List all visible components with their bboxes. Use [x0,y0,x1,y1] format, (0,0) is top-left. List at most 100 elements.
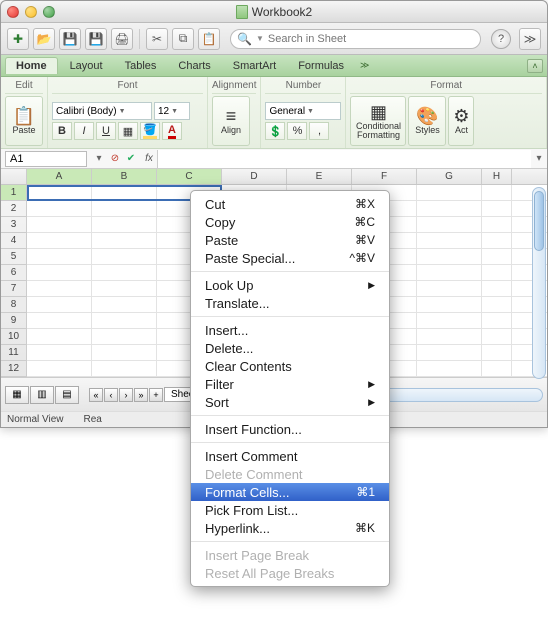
tabs-overflow[interactable]: ≫ [356,60,373,71]
col-header[interactable]: E [287,169,352,184]
tab-formulas[interactable]: Formulas [288,58,354,74]
page-layout-button[interactable]: ▥ [30,386,54,404]
window-controls [7,6,55,18]
row-header[interactable]: 9 [1,313,26,329]
row-header[interactable]: 6 [1,265,26,281]
menu-format-cells[interactable]: Format Cells...⌘1 [191,483,389,501]
more-button[interactable]: ≫ [519,28,541,50]
group-number: Number General▼ 💲 % , [261,77,346,148]
page-break-button[interactable]: ▤ [55,386,79,404]
menu-paste[interactable]: Paste⌘V [191,231,389,249]
menu-hyperlink[interactable]: Hyperlink...⌘K [191,519,389,537]
menu-clear-contents[interactable]: Clear Contents [191,357,389,375]
underline-button[interactable]: U [96,122,116,140]
zoom-icon[interactable] [43,6,55,18]
col-header[interactable]: C [157,169,222,184]
row-header[interactable]: 1 [1,185,26,201]
fx-button[interactable]: fx [141,151,157,167]
menu-reset-page-breaks: Reset All Page Breaks [191,564,389,582]
tab-smartart[interactable]: SmartArt [223,58,286,74]
help-button[interactable]: ? [491,29,511,49]
menu-filter[interactable]: Filter [191,375,389,393]
number-format-select[interactable]: General▼ [265,102,341,120]
tab-layout[interactable]: Layout [60,58,113,74]
tab-first-button[interactable]: « [89,388,103,402]
conditional-formatting-button[interactable]: ▦ Conditional Formatting [350,96,406,146]
row-header[interactable]: 3 [1,217,26,233]
col-header[interactable]: F [352,169,417,184]
menu-insert-comment[interactable]: Insert Comment [191,447,389,465]
accept-formula-button[interactable]: ✔ [123,151,139,167]
print-button[interactable]: 🖨 [111,28,133,50]
normal-view-button[interactable]: ▦ [5,386,29,404]
currency-button[interactable]: 💲 [265,122,285,140]
align-button[interactable]: ≡ Align [212,96,250,146]
menu-pick-from-list[interactable]: Pick From List... [191,501,389,519]
tab-charts[interactable]: Charts [168,58,220,74]
formula-bar[interactable] [157,150,531,168]
italic-button[interactable]: I [74,122,94,140]
menu-paste-special[interactable]: Paste Special...^⌘V [191,249,389,267]
paste-button[interactable]: 📋 [198,28,220,50]
col-header[interactable]: G [417,169,482,184]
row-header[interactable]: 2 [1,201,26,217]
add-sheet-button[interactable]: + [149,388,163,402]
minimize-icon[interactable] [25,6,37,18]
menu-delete[interactable]: Delete... [191,339,389,357]
percent-button[interactable]: % [287,122,307,140]
row-header[interactable]: 5 [1,249,26,265]
row-header[interactable]: 12 [1,361,26,377]
cut-button[interactable]: ✂ [146,28,168,50]
bold-button[interactable]: B [52,122,72,140]
menu-copy[interactable]: Copy⌘C [191,213,389,231]
menu-look-up[interactable]: Look Up [191,276,389,294]
menu-cut[interactable]: Cut⌘X [191,195,389,213]
tab-tables[interactable]: Tables [115,58,167,74]
col-header[interactable]: H [482,169,512,184]
menu-translate[interactable]: Translate... [191,294,389,312]
menu-insert[interactable]: Insert... [191,321,389,339]
menu-sort[interactable]: Sort [191,393,389,411]
font-name-select[interactable]: Calibri (Body)▼ [52,102,152,120]
search-box[interactable]: 🔍 ▼ [230,29,481,49]
font-size-select[interactable]: 12▼ [154,102,190,120]
paste-big-button[interactable]: 📋 Paste [5,96,43,146]
open-button[interactable]: 📂 [33,28,55,50]
menu-insert-function[interactable]: Insert Function... [191,420,389,438]
row-header[interactable]: 8 [1,297,26,313]
namebox-dropdown[interactable]: ▾ [91,151,107,167]
save-all-button[interactable]: 💾 [85,28,107,50]
new-button[interactable]: ✚ [7,28,29,50]
close-icon[interactable] [7,6,19,18]
border-button[interactable]: ▦ [118,122,138,140]
tab-last-button[interactable]: » [134,388,148,402]
collapse-ribbon-button[interactable]: ˄ [527,59,543,73]
name-box[interactable]: A1 [5,151,87,167]
actions-button[interactable]: ⚙ Act [448,96,474,146]
cancel-formula-button[interactable]: ⊘ [107,151,123,167]
scroll-thumb[interactable] [534,191,544,251]
view-switcher: ▦ ▥ ▤ [5,386,79,404]
tab-home[interactable]: Home [5,57,58,74]
styles-button[interactable]: 🎨 Styles [408,96,446,146]
tab-next-button[interactable]: › [119,388,133,402]
search-input[interactable] [268,33,474,45]
comma-button[interactable]: , [309,122,329,140]
row-header[interactable]: 4 [1,233,26,249]
copy-button[interactable]: ⧉ [172,28,194,50]
row-header[interactable]: 11 [1,345,26,361]
col-header[interactable]: D [222,169,287,184]
row-header[interactable]: 7 [1,281,26,297]
tab-prev-button[interactable]: ‹ [104,388,118,402]
folder-icon: 📂 [37,32,52,46]
fill-color-button[interactable]: 🪣 [140,122,160,140]
save-button[interactable]: 💾 [59,28,81,50]
select-all-corner[interactable] [1,169,27,184]
col-header[interactable]: B [92,169,157,184]
vertical-scrollbar[interactable] [532,187,546,379]
expand-formula-bar[interactable]: ▾ [531,151,547,167]
row-header[interactable]: 10 [1,329,26,345]
font-color-button[interactable]: A [162,122,182,140]
col-header[interactable]: A [27,169,92,184]
chevron-down-icon[interactable]: ▼ [256,34,264,43]
